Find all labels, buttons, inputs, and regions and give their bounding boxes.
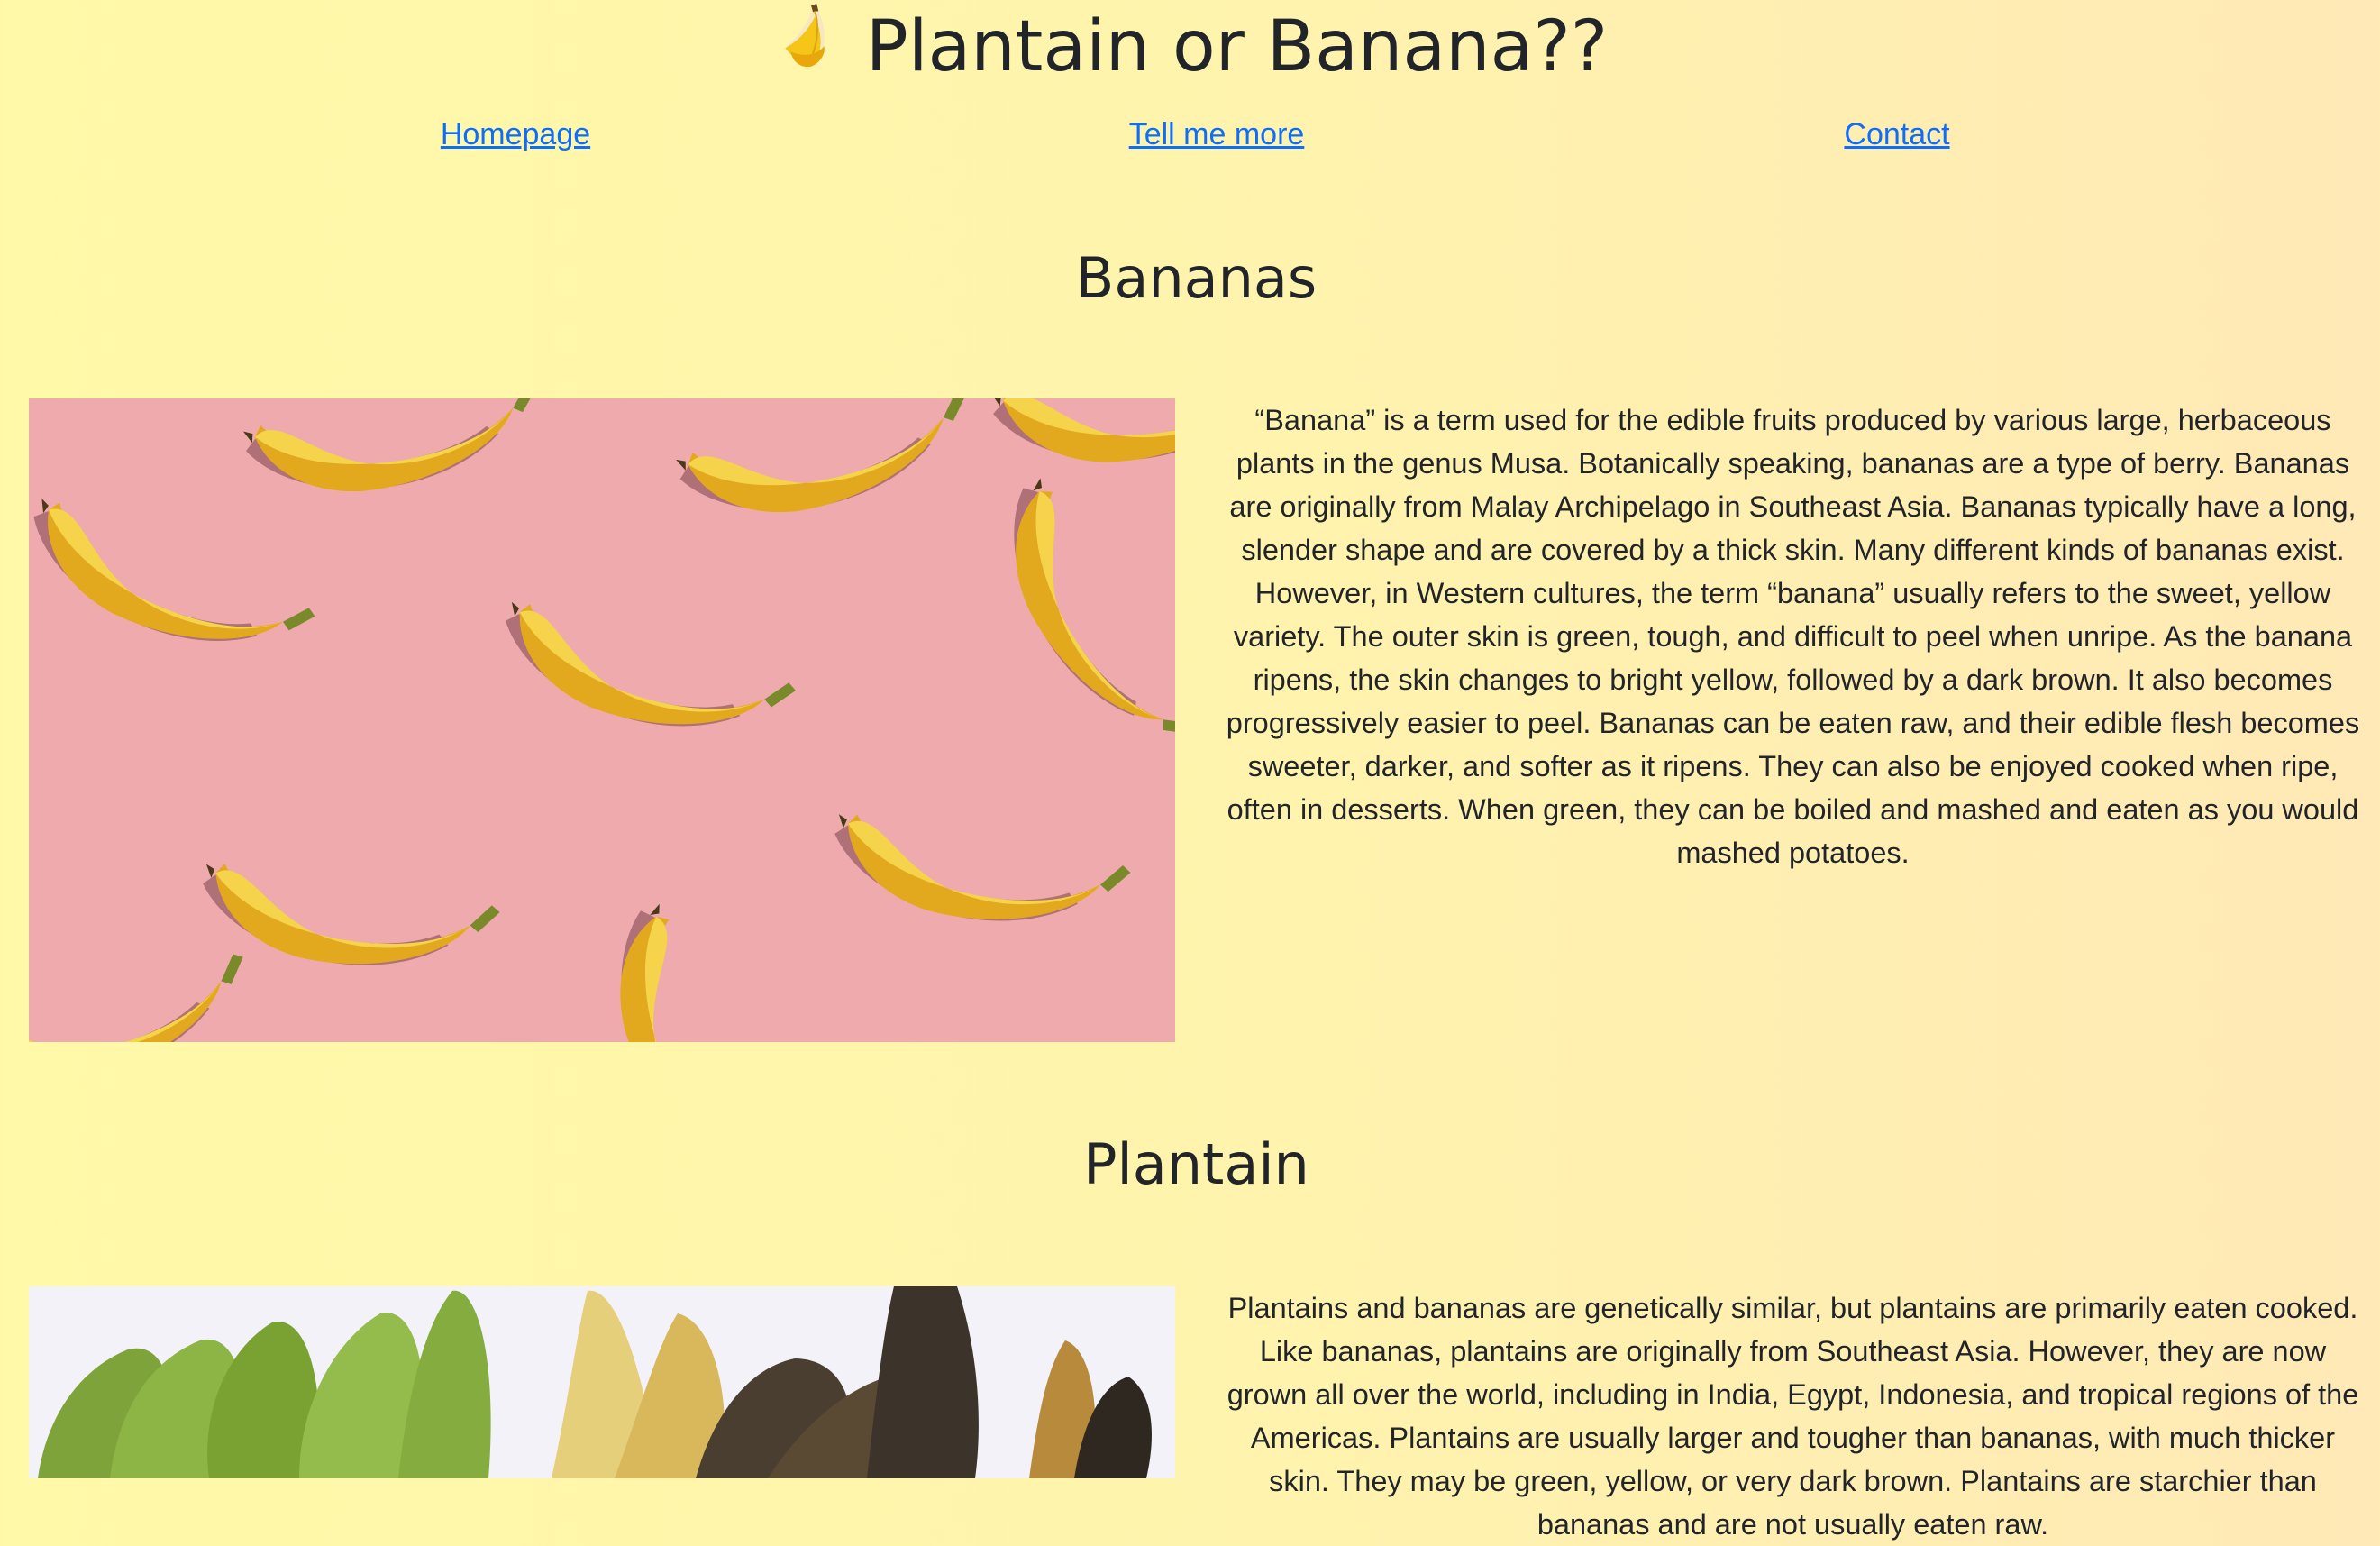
banana-emoji-icon (785, 4, 825, 68)
nav-link-homepage[interactable]: Homepage (441, 114, 590, 155)
bananas-heading: Bananas (1075, 245, 1318, 311)
plantain-illustration (29, 1286, 1175, 1478)
banana-pattern-illustration (29, 398, 1175, 1042)
plantain-heading: Plantain (1083, 1131, 1309, 1197)
page: Plantain or Banana?? Homepage Tell me mo… (0, 0, 2380, 1541)
site-title: Plantain or Banana?? (0, 2, 2380, 88)
bananas-description: “Banana” is a term used for the edible f… (1226, 404, 2360, 869)
bananas-image (29, 398, 1175, 1042)
plantain-description: Plantains and bananas are genetically si… (1226, 1292, 2359, 1541)
plantain-image (29, 1286, 1175, 1478)
main-nav: Homepage Tell me more Contact (0, 114, 2380, 159)
site-title-text: Plantain or Banana?? (865, 6, 1609, 87)
nav-link-tell-me-more[interactable]: Tell me more (1129, 114, 1305, 155)
nav-link-contact[interactable]: Contact (1844, 114, 1949, 155)
